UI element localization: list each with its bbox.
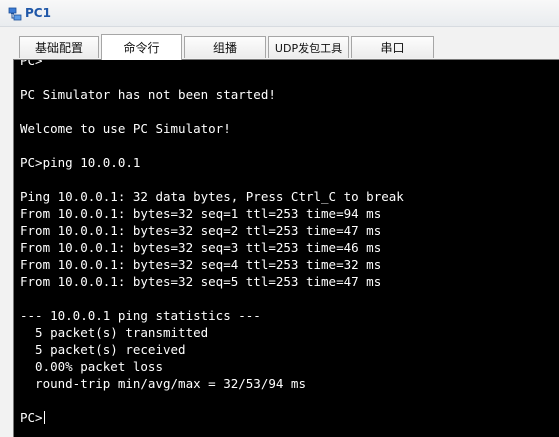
terminal-line: 5 packet(s) received — [20, 342, 186, 357]
terminal-line: --- 10.0.0.1 ping statistics --- — [20, 308, 261, 323]
tab-basic-config[interactable]: 基础配置 — [19, 36, 99, 58]
terminal-line: From 10.0.0.1: bytes=32 seq=3 ttl=253 ti… — [20, 240, 382, 255]
terminal-line: Welcome to use PC Simulator! — [20, 121, 231, 136]
title-bar[interactable]: PC1 — [0, 0, 559, 27]
terminal-line: From 10.0.0.1: bytes=32 seq=1 ttl=253 ti… — [20, 206, 382, 221]
tab-command-line[interactable]: 命令行 — [101, 34, 182, 60]
terminal-line: From 10.0.0.1: bytes=32 seq=2 ttl=253 ti… — [20, 223, 382, 238]
tab-udp-tool[interactable]: UDP发包工具 — [268, 36, 349, 58]
tab-serial-port[interactable]: 串口 — [351, 36, 434, 58]
terminal-line: PC>ping 10.0.0.1 — [20, 155, 141, 170]
tab-multicast[interactable]: 组播 — [184, 36, 266, 58]
pc1-window: PC1 基础配置 命令行 组播 UDP发包工具 串口 PC> PC Simula… — [0, 0, 559, 437]
window-title: PC1 — [25, 6, 51, 20]
terminal-input-line[interactable]: PC> — [20, 409, 404, 426]
terminal-line: From 10.0.0.1: bytes=32 seq=5 ttl=253 ti… — [20, 274, 382, 289]
terminal-line: 0.00% packet loss — [20, 359, 163, 374]
pc-network-icon — [8, 6, 22, 21]
terminal-line: Ping 10.0.0.1: 32 data bytes, Press Ctrl… — [20, 189, 404, 204]
terminal-line: PC> — [20, 59, 43, 68]
terminal-prompt: PC> — [20, 410, 43, 425]
terminal-output: PC> PC Simulator has not been started! W… — [20, 59, 404, 426]
terminal-line: PC Simulator has not been started! — [20, 87, 276, 102]
terminal-line: round-trip min/avg/max = 32/53/94 ms — [20, 376, 306, 391]
tab-bar: 基础配置 命令行 组播 UDP发包工具 串口 — [0, 27, 559, 61]
command-line-terminal[interactable]: PC> PC Simulator has not been started! W… — [13, 59, 559, 437]
text-cursor — [43, 411, 45, 424]
terminal-line: 5 packet(s) transmitted — [20, 325, 209, 340]
terminal-line: From 10.0.0.1: bytes=32 seq=4 ttl=253 ti… — [20, 257, 382, 272]
